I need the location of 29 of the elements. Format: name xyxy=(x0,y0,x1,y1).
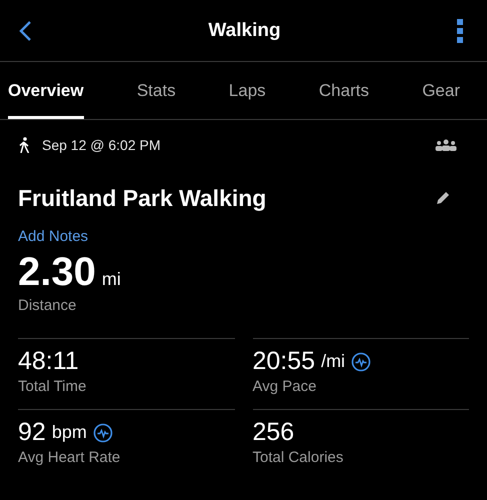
tab[interactable]: Gear xyxy=(422,62,460,119)
activity-chart-icon[interactable] xyxy=(92,422,113,442)
metric-value: 20:55 xyxy=(252,347,316,376)
metric-unit: bpm xyxy=(52,422,87,443)
more-menu-button[interactable] xyxy=(456,18,463,42)
activity-date: Sep 12 @ 6:02 PM xyxy=(42,137,161,153)
distance-label: Distance xyxy=(18,297,78,314)
distance-unit: mi xyxy=(102,269,121,290)
metric-value: 92 xyxy=(18,418,46,447)
metric-value: 48:11 xyxy=(18,347,79,376)
metric-label: Avg Pace xyxy=(252,378,318,395)
back-button[interactable] xyxy=(18,20,32,42)
pencil-icon[interactable] xyxy=(435,190,451,206)
tab[interactable]: Charts xyxy=(318,62,369,119)
activity-name: Fruitland Park Walking xyxy=(18,184,266,212)
tab[interactable]: Laps xyxy=(228,62,266,119)
distance-value: 2.30 xyxy=(18,250,96,295)
group-icon[interactable] xyxy=(435,139,457,151)
add-notes-link[interactable]: Add Notes xyxy=(18,228,88,245)
metric-label: Total Time xyxy=(18,378,88,395)
activity-chart-icon[interactable] xyxy=(351,352,372,372)
metric-unit: /mi xyxy=(321,351,346,372)
walking-person-icon xyxy=(18,137,30,153)
tab[interactable]: Stats xyxy=(136,62,176,119)
tab[interactable]: Overview xyxy=(8,62,84,119)
metric-label: Avg Heart Rate xyxy=(18,449,122,466)
screen-title: Walking xyxy=(208,20,281,42)
metric-value: 256 xyxy=(252,418,294,447)
metric-label: Total Calories xyxy=(252,449,344,466)
